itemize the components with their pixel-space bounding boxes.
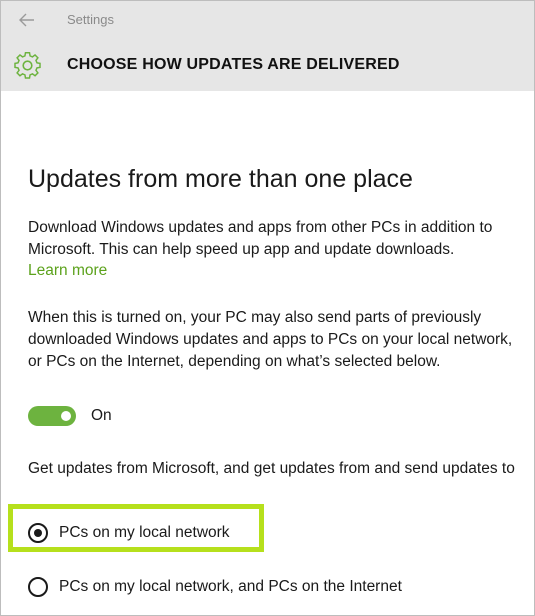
delivery-optimization-toggle[interactable] bbox=[28, 406, 76, 426]
radio-button-selected[interactable] bbox=[28, 523, 48, 543]
page-title: CHOOSE HOW UPDATES ARE DELIVERED bbox=[67, 56, 400, 73]
toggle-state-label: On bbox=[91, 407, 112, 424]
description-text: When this is turned on, your PC may also… bbox=[28, 309, 513, 370]
intro-text: Download Windows updates and apps from o… bbox=[28, 219, 493, 258]
toggle-knob bbox=[61, 411, 71, 421]
learn-more-link[interactable]: Learn more bbox=[28, 262, 107, 280]
radio-option-local-and-internet[interactable]: PCs on my local network, and PCs on the … bbox=[28, 575, 402, 599]
section-title: Updates from more than one place bbox=[28, 165, 413, 193]
window-title: Settings bbox=[67, 12, 114, 27]
arrow-left-icon bbox=[19, 13, 34, 27]
back-button[interactable] bbox=[13, 7, 41, 33]
radio-dot bbox=[34, 529, 42, 537]
gear-icon bbox=[14, 52, 41, 79]
settings-window: Settings CHOOSE HOW UPDATES ARE DELIVERE… bbox=[0, 0, 535, 616]
radio-option-local-network[interactable]: PCs on my local network bbox=[28, 521, 230, 545]
radio-button[interactable] bbox=[28, 577, 48, 597]
title-bar: Settings bbox=[1, 1, 534, 39]
page-header: CHOOSE HOW UPDATES ARE DELIVERED bbox=[1, 39, 534, 91]
source-prompt: Get updates from Microsoft, and get upda… bbox=[28, 460, 515, 477]
radio-label: PCs on my local network bbox=[59, 524, 230, 541]
radio-label: PCs on my local network, and PCs on the … bbox=[59, 578, 402, 595]
